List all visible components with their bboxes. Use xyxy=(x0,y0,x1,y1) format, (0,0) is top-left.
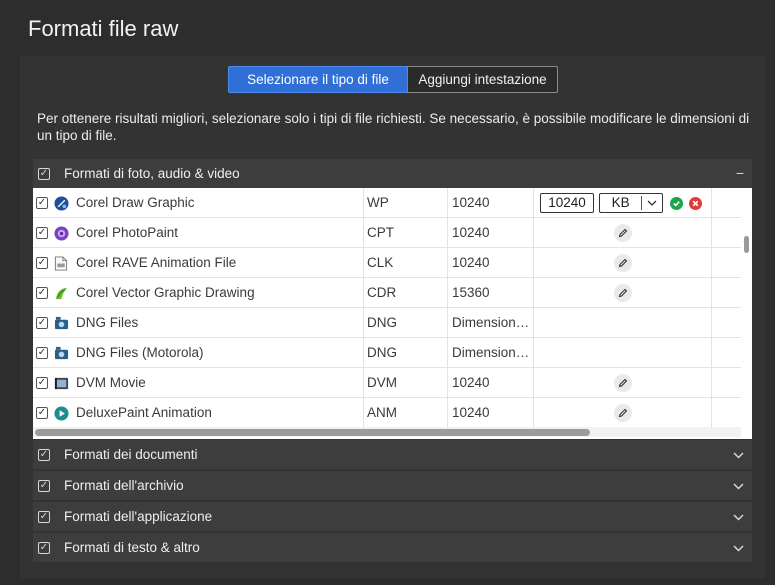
section-label: Formati dell'archivio xyxy=(64,478,184,493)
edit-icon[interactable] xyxy=(613,224,632,242)
edit-icon[interactable] xyxy=(613,254,632,272)
file-extension: CLK xyxy=(363,248,447,278)
section-checkbox[interactable]: ✓ xyxy=(38,541,50,554)
file-size: 15360 xyxy=(447,278,533,308)
file-extension: WP xyxy=(363,188,447,218)
section-header-text-other[interactable]: ✓ Formati di testo & altro xyxy=(33,533,752,562)
row-checkbox[interactable]: ✓ xyxy=(36,287,48,299)
unit-dropdown[interactable]: KB xyxy=(599,193,663,213)
file-size: 10240 xyxy=(447,248,533,278)
table-row[interactable]: ✓ DVM Movie DVM 10240 xyxy=(33,368,741,398)
file-type-name: Corel PhotoPaint xyxy=(76,225,179,240)
file-extension: DNG xyxy=(363,308,447,338)
table-row[interactable]: ✓ DNG Files DNG Dimension… xyxy=(33,308,741,338)
table-row[interactable]: ✓ Corel RAVE Animation File CLK 10240 xyxy=(33,248,741,278)
collapse-icon[interactable]: − xyxy=(736,159,744,188)
file-size: 10240 xyxy=(447,188,533,218)
section-label: Formati di foto, audio & video xyxy=(64,166,240,181)
table-row[interactable]: ✓ Corel Draw Graphic WP 10240 10240 KB xyxy=(33,188,741,218)
mode-tabs: Selezionare il tipo di file Aggiungi int… xyxy=(228,66,558,93)
section-header-photo-audio-video[interactable]: ✓ Formati di foto, audio & video − xyxy=(33,159,752,188)
tab-select-file-type[interactable]: Selezionare il tipo di file xyxy=(228,66,408,93)
edit-icon[interactable] xyxy=(613,404,632,422)
section-header-archive[interactable]: ✓ Formati dell'archivio xyxy=(33,471,752,500)
row-checkbox[interactable]: ✓ xyxy=(36,407,48,419)
chevron-down-icon xyxy=(642,200,662,206)
camera-icon xyxy=(54,308,70,338)
file-type-table: ✓ Corel Draw Graphic WP 10240 10240 KB ✓… xyxy=(33,188,752,439)
table-row[interactable]: ✓ DNG Files (Motorola) DNG Dimension… xyxy=(33,338,741,368)
file-type-name: DNG Files xyxy=(76,315,139,330)
vertical-scrollbar[interactable] xyxy=(744,236,749,253)
file-type-name: DeluxePaint Animation xyxy=(76,405,212,420)
corel-photopaint-icon xyxy=(54,218,70,248)
row-checkbox[interactable]: ✓ xyxy=(36,347,48,359)
file-extension: DNG xyxy=(363,338,447,368)
confirm-icon[interactable] xyxy=(670,196,683,210)
file-extension: CPT xyxy=(363,218,447,248)
section-header-documents[interactable]: ✓ Formati dei documenti xyxy=(33,440,752,469)
edit-icon[interactable] xyxy=(613,284,632,302)
row-checkbox[interactable]: ✓ xyxy=(36,377,48,389)
file-extension: DVM xyxy=(363,368,447,398)
size-editor: 10240 KB xyxy=(533,188,711,218)
file-type-name: Corel Vector Graphic Drawing xyxy=(76,285,255,300)
file-size: Dimension… xyxy=(447,338,533,368)
file-size: 10240 xyxy=(447,368,533,398)
edit-icon[interactable] xyxy=(613,374,632,392)
section-checkbox[interactable]: ✓ xyxy=(38,167,50,180)
cancel-icon[interactable] xyxy=(689,196,702,210)
section-checkbox[interactable]: ✓ xyxy=(38,479,50,492)
section-label: Formati dell'applicazione xyxy=(64,509,213,524)
page-title: Formati file raw xyxy=(28,16,179,41)
unit-value: KB xyxy=(611,195,630,210)
section-label: Formati di testo & altro xyxy=(64,540,200,555)
section-checkbox[interactable]: ✓ xyxy=(38,510,50,523)
row-checkbox[interactable]: ✓ xyxy=(36,257,48,269)
chevron-down-icon[interactable] xyxy=(733,440,744,469)
table-row[interactable]: ✓ Corel Vector Graphic Drawing CDR 15360 xyxy=(33,278,741,308)
row-checkbox[interactable]: ✓ xyxy=(36,227,48,239)
chevron-down-icon[interactable] xyxy=(733,471,744,500)
file-size: 10240 xyxy=(447,218,533,248)
file-extension: ANM xyxy=(363,398,447,428)
tab-add-header[interactable]: Aggiungi intestazione xyxy=(408,66,558,93)
play-icon xyxy=(54,398,70,428)
file-extension: CDR xyxy=(363,278,447,308)
file-size: Dimension… xyxy=(447,308,533,338)
camera-icon xyxy=(54,338,70,368)
file-type-name: DVM Movie xyxy=(76,375,146,390)
row-checkbox[interactable]: ✓ xyxy=(36,197,48,209)
row-checkbox[interactable]: ✓ xyxy=(36,317,48,329)
chevron-down-icon[interactable] xyxy=(733,533,744,562)
table-row[interactable]: ✓ Corel PhotoPaint CPT 10240 xyxy=(33,218,741,248)
file-size: 10240 xyxy=(447,398,533,428)
section-label: Formati dei documenti xyxy=(64,447,198,462)
file-type-name: Corel Draw Graphic xyxy=(76,195,195,210)
section-checkbox[interactable]: ✓ xyxy=(38,448,50,461)
movie-icon xyxy=(54,368,70,398)
size-input[interactable]: 10240 xyxy=(540,193,594,213)
file-icon xyxy=(54,248,70,278)
info-text: Per ottenere risultati migliori, selezio… xyxy=(37,111,750,143)
corel-draw-icon xyxy=(54,188,70,218)
section-header-application[interactable]: ✓ Formati dell'applicazione xyxy=(33,502,752,531)
horizontal-scrollbar-thumb[interactable] xyxy=(35,429,590,436)
chevron-down-icon[interactable] xyxy=(733,502,744,531)
table-row[interactable]: ✓ DeluxePaint Animation ANM 10240 xyxy=(33,398,741,428)
file-type-name: DNG Files (Motorola) xyxy=(76,345,204,360)
file-type-name: Corel RAVE Animation File xyxy=(76,255,237,270)
corel-vector-icon xyxy=(54,278,70,308)
